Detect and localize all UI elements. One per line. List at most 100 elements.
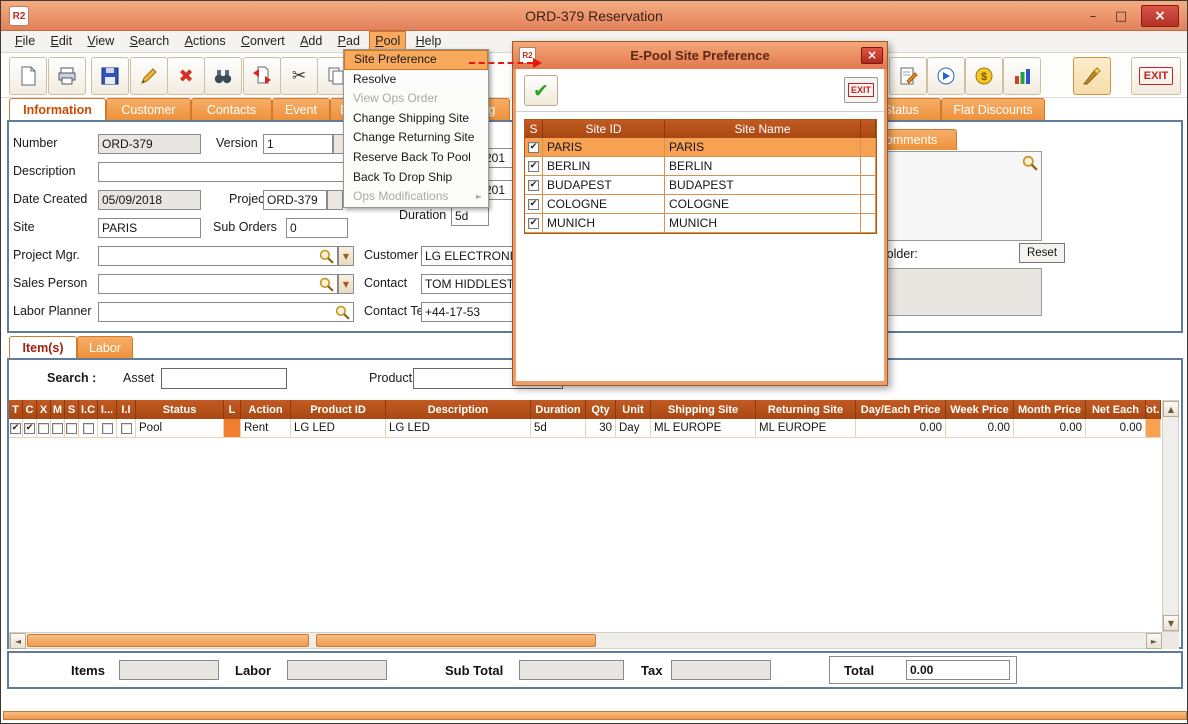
convert-button[interactable]	[243, 57, 281, 95]
horizontal-scrollbar[interactable]: ◄ ►	[9, 632, 1162, 649]
sub-orders-field[interactable]: 0	[286, 218, 348, 238]
unit-cell[interactable]: Day	[616, 419, 651, 438]
tab-flat-discounts[interactable]: Flat Discounts	[941, 98, 1045, 120]
menu-item-change-returning-site[interactable]: Change Returning Site	[344, 128, 488, 148]
close-button[interactable]: ×	[1141, 5, 1179, 27]
day-each-price-cell[interactable]: 0.00	[856, 419, 946, 438]
checkbox[interactable]: ✔	[24, 423, 35, 434]
site-checkbox-cell[interactable]: ✔	[525, 157, 543, 176]
tab-event[interactable]: Event	[272, 98, 330, 120]
menu-file[interactable]: File	[9, 31, 41, 51]
action-cell[interactable]: Rent	[241, 419, 291, 438]
minimize-button[interactable]: –	[1081, 6, 1105, 26]
site-row-cologne[interactable]: ✔ COLOGNE COLOGNE	[525, 195, 876, 214]
scrollbar-thumb[interactable]	[316, 634, 596, 647]
tab-information[interactable]: Information	[9, 98, 106, 120]
table-cell[interactable]	[98, 419, 117, 438]
shipping-site-cell[interactable]: ML EUROPE	[651, 419, 756, 438]
menu-item-change-shipping-site[interactable]: Change Shipping Site	[344, 109, 488, 129]
column-header[interactable]: X	[37, 400, 51, 419]
checkbox[interactable]: ✔	[528, 218, 539, 229]
edit-notes-button[interactable]	[889, 57, 927, 95]
column-header[interactable]: Status	[136, 400, 224, 419]
project-mgr-dropdown-button[interactable]: ▼	[338, 246, 354, 266]
checkbox[interactable]	[66, 423, 77, 434]
checkbox[interactable]	[52, 423, 63, 434]
vertical-scrollbar[interactable]: ▲ ▼	[1162, 400, 1179, 632]
menu-add[interactable]: Add	[294, 31, 328, 51]
column-header[interactable]: C	[23, 400, 37, 419]
find-button[interactable]	[204, 57, 242, 95]
tax-field[interactable]	[671, 660, 771, 680]
site-id-cell[interactable]: BERLIN	[543, 157, 665, 176]
dialog-confirm-button[interactable]: ✔	[524, 75, 558, 106]
menu-search[interactable]: Search	[124, 31, 176, 51]
scrollbar-thumb[interactable]	[27, 634, 309, 647]
asset-input[interactable]	[161, 368, 287, 389]
d​ialog-exit-button[interactable]: EXIT	[844, 77, 878, 103]
site-name-cell[interactable]: BUDAPEST	[665, 176, 861, 195]
date-created-field[interactable]: 05/09/2018	[98, 190, 201, 210]
column-header[interactable]: Unit	[616, 400, 651, 419]
new-order-button[interactable]	[9, 57, 47, 95]
column-header[interactable]: S	[65, 400, 79, 419]
financials-button[interactable]: $	[965, 57, 1003, 95]
project-field[interactable]: ORD-379	[263, 190, 327, 210]
labor-planner-field[interactable]	[98, 302, 354, 322]
menu-convert[interactable]: Convert	[235, 31, 291, 51]
site-name-cell[interactable]: PARIS	[665, 138, 861, 157]
tab-labor[interactable]: Labor	[77, 336, 133, 358]
site-row-munich[interactable]: ✔ MUNICH MUNICH	[525, 214, 876, 233]
search-icon[interactable]	[319, 277, 334, 294]
print-button[interactable]	[48, 57, 86, 95]
total-cell[interactable]	[1146, 419, 1161, 438]
checkbox[interactable]	[102, 423, 113, 434]
site-checkbox-cell[interactable]: ✔	[525, 195, 543, 214]
column-header[interactable]: I...	[98, 400, 117, 419]
scroll-down-button[interactable]: ▼	[1163, 615, 1179, 631]
dialog-close-button[interactable]: ×	[861, 47, 883, 64]
project-browse-button[interactable]	[327, 190, 343, 210]
search-icon[interactable]	[335, 305, 350, 322]
column-header[interactable]: I.I	[117, 400, 136, 419]
scroll-right-button[interactable]: ►	[1146, 633, 1162, 649]
project-mgr-field[interactable]	[98, 246, 338, 266]
table-cell[interactable]: ✔	[9, 419, 23, 438]
sales-person-dropdown-button[interactable]: ▼	[338, 274, 354, 294]
table-cell[interactable]	[79, 419, 98, 438]
column-header[interactable]: Tot...	[1146, 400, 1161, 419]
scroll-up-button[interactable]: ▲	[1163, 401, 1179, 417]
column-header[interactable]: T	[9, 400, 23, 419]
tab-contacts[interactable]: Contacts	[191, 98, 272, 120]
labor-total-field[interactable]	[287, 660, 387, 680]
table-cell[interactable]	[37, 419, 51, 438]
column-header[interactable]: M	[51, 400, 65, 419]
tab-customer[interactable]: Customer	[106, 98, 191, 120]
menu-item-reserve-back-to-pool[interactable]: Reserve Back To Pool	[344, 148, 488, 168]
column-header[interactable]: L	[224, 400, 241, 419]
table-cell[interactable]	[65, 419, 79, 438]
column-header-site-name[interactable]: Site Name	[665, 120, 861, 138]
column-header[interactable]: Description	[386, 400, 531, 419]
duration-cell[interactable]: 5d	[531, 419, 586, 438]
site-checkbox-cell[interactable]: ✔	[525, 138, 543, 157]
menu-view[interactable]: View	[81, 31, 120, 51]
column-header[interactable]: Month Price	[1014, 400, 1086, 419]
site-name-cell[interactable]: MUNICH	[665, 214, 861, 233]
tab-items[interactable]: Item(s)	[9, 336, 77, 358]
site-row-budapest[interactable]: ✔ BUDAPEST BUDAPEST	[525, 176, 876, 195]
site-id-cell[interactable]: COLOGNE	[543, 195, 665, 214]
site-checkbox-cell[interactable]: ✔	[525, 214, 543, 233]
site-checkbox-cell[interactable]: ✔	[525, 176, 543, 195]
checkbox[interactable]	[121, 423, 132, 434]
status-cell[interactable]: Pool	[136, 419, 224, 438]
table-row[interactable]: ✔ ✔ Pool Rent LG LED LG LED 5d 30 Day ML…	[9, 419, 1161, 438]
version-field[interactable]: 1	[263, 134, 333, 154]
product-id-cell[interactable]: LG LED	[291, 419, 386, 438]
menu-pad[interactable]: Pad	[332, 31, 366, 51]
total-field[interactable]: 0.00	[906, 660, 1010, 680]
comments-box[interactable]	[876, 151, 1042, 241]
duration-field[interactable]: 5d	[451, 206, 489, 226]
menu-help[interactable]: Help	[410, 31, 448, 51]
checkbox[interactable]: ✔	[10, 423, 21, 434]
